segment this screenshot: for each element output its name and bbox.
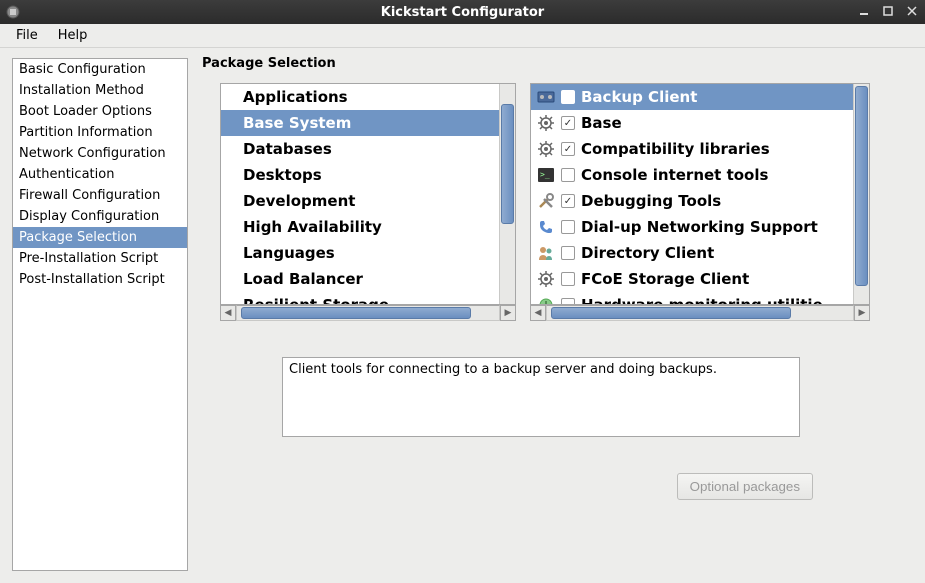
window-titlebar: Kickstart Configurator (0, 0, 925, 24)
svg-text:>_: >_ (540, 170, 550, 179)
package-checkbox[interactable] (561, 220, 575, 234)
content: Basic ConfigurationInstallation MethodBo… (0, 48, 925, 583)
package-checkbox[interactable]: ✓ (561, 194, 575, 208)
categories-vscrollbar[interactable] (499, 84, 515, 304)
package-row[interactable]: >_ Console internet tools (531, 162, 853, 188)
sidebar-item[interactable]: Network Configuration (13, 143, 187, 164)
gear-icon (537, 140, 555, 158)
package-row[interactable]: Backup Client (531, 84, 853, 110)
sidebar-item[interactable]: Package Selection (13, 227, 187, 248)
packages-hscroll: ◀ ▶ (530, 305, 870, 321)
menubar: File Help (0, 24, 925, 48)
packages-vscrollbar[interactable] (853, 84, 869, 304)
categories-hscroll: ◀ ▶ (220, 305, 516, 321)
category-row[interactable]: Languages (221, 240, 499, 266)
sidebar-item[interactable]: Pre-Installation Script (13, 248, 187, 269)
package-checkbox[interactable]: ✓ (561, 116, 575, 130)
package-description: Client tools for connecting to a backup … (282, 357, 800, 437)
package-label: Base (581, 114, 622, 132)
package-checkbox[interactable] (561, 168, 575, 182)
minimize-button[interactable] (855, 3, 873, 19)
packages-hscrollbar[interactable] (546, 305, 854, 321)
menu-help[interactable]: Help (48, 25, 98, 46)
scroll-left-button[interactable]: ◀ (530, 305, 546, 321)
package-row[interactable]: ✓ Base (531, 110, 853, 136)
category-row[interactable]: Desktops (221, 162, 499, 188)
close-button[interactable] (903, 3, 921, 19)
menu-file[interactable]: File (6, 25, 48, 46)
window-controls (855, 3, 921, 19)
tools-icon (537, 192, 555, 210)
category-row[interactable]: Base System (221, 110, 499, 136)
category-row[interactable]: Development (221, 188, 499, 214)
package-checkbox[interactable] (561, 90, 575, 104)
packages-list: Backup Client ✓ Base ✓ Compatibility librari… (530, 83, 870, 305)
categories-hscrollbar[interactable] (236, 305, 500, 321)
lists-row: ApplicationsBase SystemDatabasesDesktops… (220, 83, 913, 321)
categories-column: ApplicationsBase SystemDatabasesDesktops… (220, 83, 516, 321)
package-label: FCoE Storage Client (581, 270, 749, 288)
sidebar-item[interactable]: Firewall Configuration (13, 185, 187, 206)
category-row[interactable]: Load Balancer (221, 266, 499, 292)
scroll-right-button[interactable]: ▶ (854, 305, 870, 321)
category-row[interactable]: Databases (221, 136, 499, 162)
package-label: Hardware monitoring utilitie (581, 296, 823, 304)
sidebar-item[interactable]: Post-Installation Script (13, 269, 187, 290)
package-label: Dial-up Networking Support (581, 218, 818, 236)
sidebar-item[interactable]: Authentication (13, 164, 187, 185)
package-row[interactable]: ✓ Compatibility libraries (531, 136, 853, 162)
package-row[interactable]: Hardware monitoring utilitie (531, 292, 853, 304)
categories-body[interactable]: ApplicationsBase SystemDatabasesDesktops… (221, 84, 499, 304)
backup-icon (537, 88, 555, 106)
users-icon (537, 244, 555, 262)
package-row[interactable]: FCoE Storage Client (531, 266, 853, 292)
package-checkbox[interactable] (561, 298, 575, 304)
package-checkbox[interactable] (561, 246, 575, 260)
scroll-thumb[interactable] (501, 104, 514, 224)
optional-packages-button[interactable]: Optional packages (677, 473, 813, 500)
category-row[interactable]: Resilient Storage (221, 292, 499, 304)
gear-icon (537, 270, 555, 288)
maximize-button[interactable] (879, 3, 897, 19)
package-row[interactable]: Directory Client (531, 240, 853, 266)
scroll-left-button[interactable]: ◀ (220, 305, 236, 321)
sidebar-item[interactable]: Display Configuration (13, 206, 187, 227)
terminal-icon: >_ (537, 166, 555, 184)
package-label: Console internet tools (581, 166, 768, 184)
package-label: Debugging Tools (581, 192, 721, 210)
sidebar-item[interactable]: Boot Loader Options (13, 101, 187, 122)
scroll-right-button[interactable]: ▶ (500, 305, 516, 321)
button-row: Optional packages (202, 473, 913, 500)
packages-body[interactable]: Backup Client ✓ Base ✓ Compatibility librari… (531, 84, 853, 304)
sidebar-item[interactable]: Partition Information (13, 122, 187, 143)
app-icon (4, 3, 22, 21)
scroll-thumb[interactable] (551, 307, 791, 319)
sidebar: Basic ConfigurationInstallation MethodBo… (12, 58, 188, 571)
package-checkbox[interactable]: ✓ (561, 142, 575, 156)
scroll-thumb[interactable] (241, 307, 471, 319)
monitor-icon (537, 296, 555, 304)
package-checkbox[interactable] (561, 272, 575, 286)
package-row[interactable]: Dial-up Networking Support (531, 214, 853, 240)
categories-list: ApplicationsBase SystemDatabasesDesktops… (220, 83, 516, 305)
packages-column: Backup Client ✓ Base ✓ Compatibility librari… (530, 83, 870, 321)
package-label: Compatibility libraries (581, 140, 770, 158)
gear-icon (537, 114, 555, 132)
sidebar-item[interactable]: Basic Configuration (13, 59, 187, 80)
package-label: Directory Client (581, 244, 714, 262)
phone-icon (537, 218, 555, 236)
package-row[interactable]: ✓ Debugging Tools (531, 188, 853, 214)
main-panel: Package Selection ApplicationsBase Syste… (202, 58, 913, 571)
package-label: Backup Client (581, 88, 697, 106)
section-title: Package Selection (202, 56, 913, 71)
category-row[interactable]: Applications (221, 84, 499, 110)
scroll-thumb[interactable] (855, 86, 868, 286)
category-row[interactable]: High Availability (221, 214, 499, 240)
window-title: Kickstart Configurator (0, 5, 925, 20)
sidebar-item[interactable]: Installation Method (13, 80, 187, 101)
